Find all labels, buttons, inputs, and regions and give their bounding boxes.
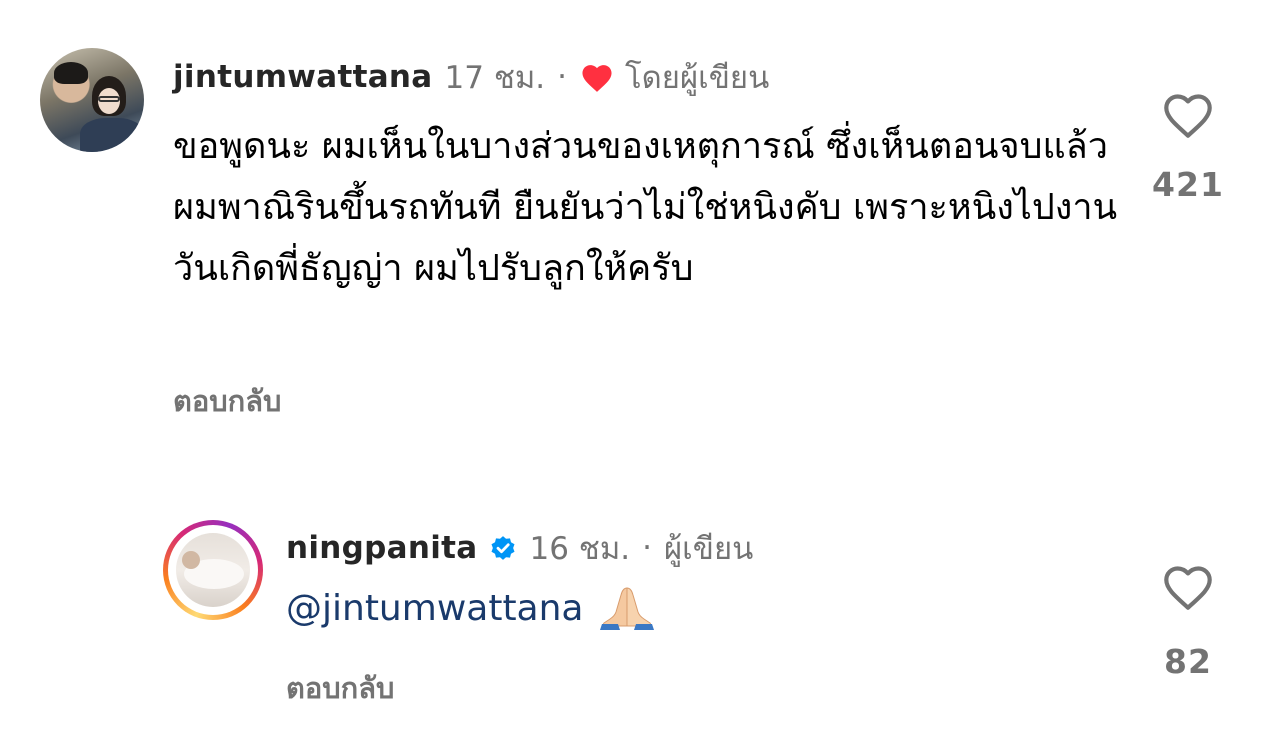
author-label: ผู้เขียน: [664, 531, 754, 567]
avatar-photo-detail: [182, 551, 200, 569]
reply-button[interactable]: ตอบกลับ: [286, 665, 394, 711]
avatar-photo-detail: [80, 118, 144, 152]
like-control: 82: [1138, 560, 1238, 681]
avatar-photo-detail: [54, 62, 88, 84]
comment-ningpanita: ningpanita 16 ชม. · ผู้เขียน @jintumwatt…: [0, 490, 1280, 752]
timestamp: 16 ชม.: [529, 531, 631, 567]
like-count: 421: [1152, 165, 1224, 204]
comment-text: @jintumwattana: [286, 578, 986, 639]
separator: ·: [642, 530, 652, 566]
username[interactable]: ningpanita: [286, 530, 478, 566]
timestamp: 17 ชม.: [444, 60, 546, 96]
like-control: 421: [1138, 88, 1238, 204]
avatar-photo-detail: [98, 96, 120, 102]
separator: ·: [557, 59, 568, 95]
comments-screen: jintumwattana 17 ชม. · โดยผู้เขียน ขอพูด…: [0, 0, 1280, 752]
heart-filled-icon: [582, 65, 612, 92]
mention-link[interactable]: @jintumwattana: [286, 588, 584, 629]
comment-text: ขอพูดนะ ผมเห็นในบางส่วนของเหตุการณ์ ซึ่ง…: [173, 126, 1118, 289]
reply-button[interactable]: ตอบกลับ: [173, 378, 281, 424]
comment-header: jintumwattana 17 ชม. · โดยผู้เขียน: [173, 55, 769, 99]
heart-outline-icon[interactable]: [1160, 560, 1216, 612]
username[interactable]: jintumwattana: [173, 59, 433, 95]
liked-by-author-label: โดยผู้เขียน: [625, 60, 770, 96]
avatar[interactable]: [40, 48, 144, 152]
like-count: 82: [1164, 642, 1212, 681]
avatar[interactable]: [176, 533, 250, 607]
verified-badge-icon: [491, 536, 514, 560]
comment-header: ningpanita 16 ชม. · ผู้เขียน: [286, 526, 753, 570]
heart-outline-icon[interactable]: [1160, 88, 1216, 140]
folded-hands-emoji: [599, 587, 654, 630]
comment-jintumwattana: jintumwattana 17 ชม. · โดยผู้เขียน ขอพูด…: [0, 0, 1280, 480]
